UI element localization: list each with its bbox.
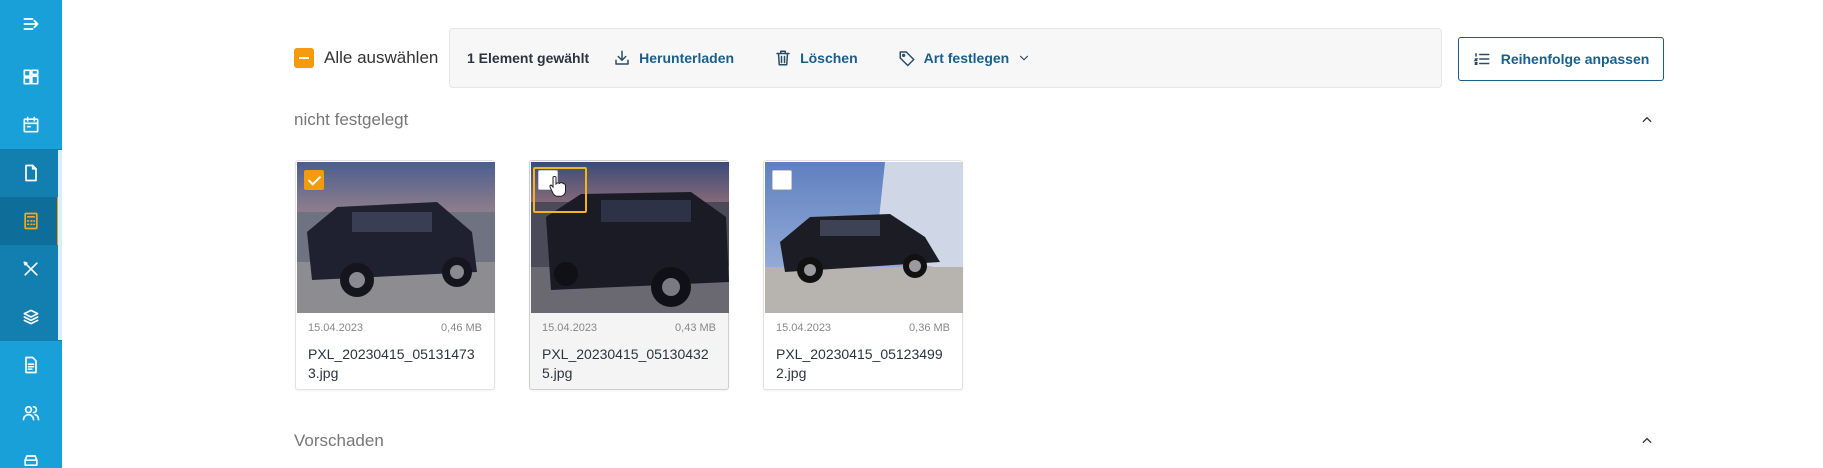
menu-collapse-icon <box>23 18 39 30</box>
indeterminate-checkbox-icon[interactable] <box>294 48 314 68</box>
selection-action-bar: 1 Element gewählt Herunterladen Löschen … <box>449 28 1442 88</box>
trash-icon <box>776 50 790 66</box>
sidebar-item-collapse[interactable] <box>0 0 62 48</box>
download-icon <box>615 50 629 65</box>
sidebar-item-vehicles[interactable] <box>0 437 62 468</box>
set-type-dropdown[interactable]: Art festlegen <box>898 49 1032 67</box>
dashboard-icon <box>23 69 39 85</box>
calendar-icon <box>23 116 39 133</box>
car-photo-thumbnail <box>297 162 495 313</box>
tools-icon <box>23 261 38 276</box>
file-name: PXL_20230415_051314733.jpg <box>308 346 475 381</box>
sidebar-item-calendar[interactable] <box>0 101 62 149</box>
sidebar-item-dashboard[interactable] <box>0 53 62 101</box>
delete-button[interactable]: Löschen <box>774 49 858 67</box>
sidebar-item-layers[interactable] <box>0 293 62 341</box>
file-name: PXL_20230415_051304325.jpg <box>542 346 709 381</box>
car-photo-thumbnail <box>765 162 963 313</box>
image-card[interactable]: 15.04.2023 0,46 MB PXL_20230415_05131473… <box>295 160 495 390</box>
file-meta: 15.04.2023 0,46 MB <box>308 322 482 334</box>
report-icon <box>25 356 37 374</box>
sidebar-item-tools[interactable] <box>0 245 62 293</box>
calculator-icon <box>24 212 38 230</box>
file-size: 0,46 MB <box>441 322 482 334</box>
section-header[interactable]: Vorschaden <box>294 431 1654 451</box>
sidebar <box>0 0 62 468</box>
reorder-button[interactable]: Reihenfolge anpassen <box>1458 37 1664 81</box>
hand-pointer-icon <box>549 176 566 197</box>
document-icon <box>25 164 37 182</box>
file-size: 0,36 MB <box>909 322 950 334</box>
image-card[interactable]: 15.04.2023 0,36 MB PXL_20230415_05123499… <box>763 160 963 390</box>
image-card[interactable]: 15.04.2023 0,43 MB PXL_20230415_05130432… <box>529 160 729 390</box>
file-date: 15.04.2023 <box>542 322 598 334</box>
image-thumbnail[interactable] <box>765 162 963 313</box>
file-meta: 15.04.2023 0,43 MB <box>542 322 716 334</box>
ordered-list-icon <box>1473 53 1490 65</box>
chevron-up-icon[interactable] <box>1640 434 1654 448</box>
file-meta: 15.04.2023 0,36 MB <box>776 322 950 334</box>
sidebar-item-reports[interactable] <box>0 341 62 389</box>
users-icon <box>22 405 40 421</box>
car-icon <box>24 455 38 466</box>
chevron-down-icon <box>1020 55 1029 61</box>
image-thumbnail[interactable] <box>297 162 495 313</box>
selected-count: 1 Element gewählt <box>467 50 590 66</box>
chevron-up-icon[interactable] <box>1640 113 1654 127</box>
section-title: Vorschaden <box>294 431 384 450</box>
card-checkbox[interactable] <box>304 170 324 190</box>
section-header[interactable]: nicht festgelegt <box>294 110 1654 130</box>
sidebar-scrollbar[interactable] <box>58 150 62 340</box>
sidebar-item-users[interactable] <box>0 389 62 437</box>
tag-icon <box>899 51 915 67</box>
download-label: Herunterladen <box>639 50 735 66</box>
select-all-label: Alle auswählen <box>324 48 439 67</box>
card-checkbox[interactable] <box>772 170 792 190</box>
section-title: nicht festgelegt <box>294 110 409 129</box>
set-type-label: Art festlegen <box>923 50 1010 66</box>
file-date: 15.04.2023 <box>308 322 364 334</box>
delete-label: Löschen <box>800 50 858 66</box>
download-button[interactable]: Herunterladen <box>613 49 734 67</box>
file-date: 15.04.2023 <box>776 322 832 334</box>
reorder-label: Reihenfolge anpassen <box>1500 51 1650 67</box>
sidebar-item-calculation[interactable] <box>0 197 62 245</box>
sidebar-item-documents[interactable] <box>0 149 62 197</box>
file-size: 0,43 MB <box>675 322 716 334</box>
file-name: PXL_20230415_051234992.jpg <box>776 346 943 381</box>
layers-icon <box>23 309 39 325</box>
select-all-checkbox[interactable]: Alle auswählen <box>294 48 438 68</box>
